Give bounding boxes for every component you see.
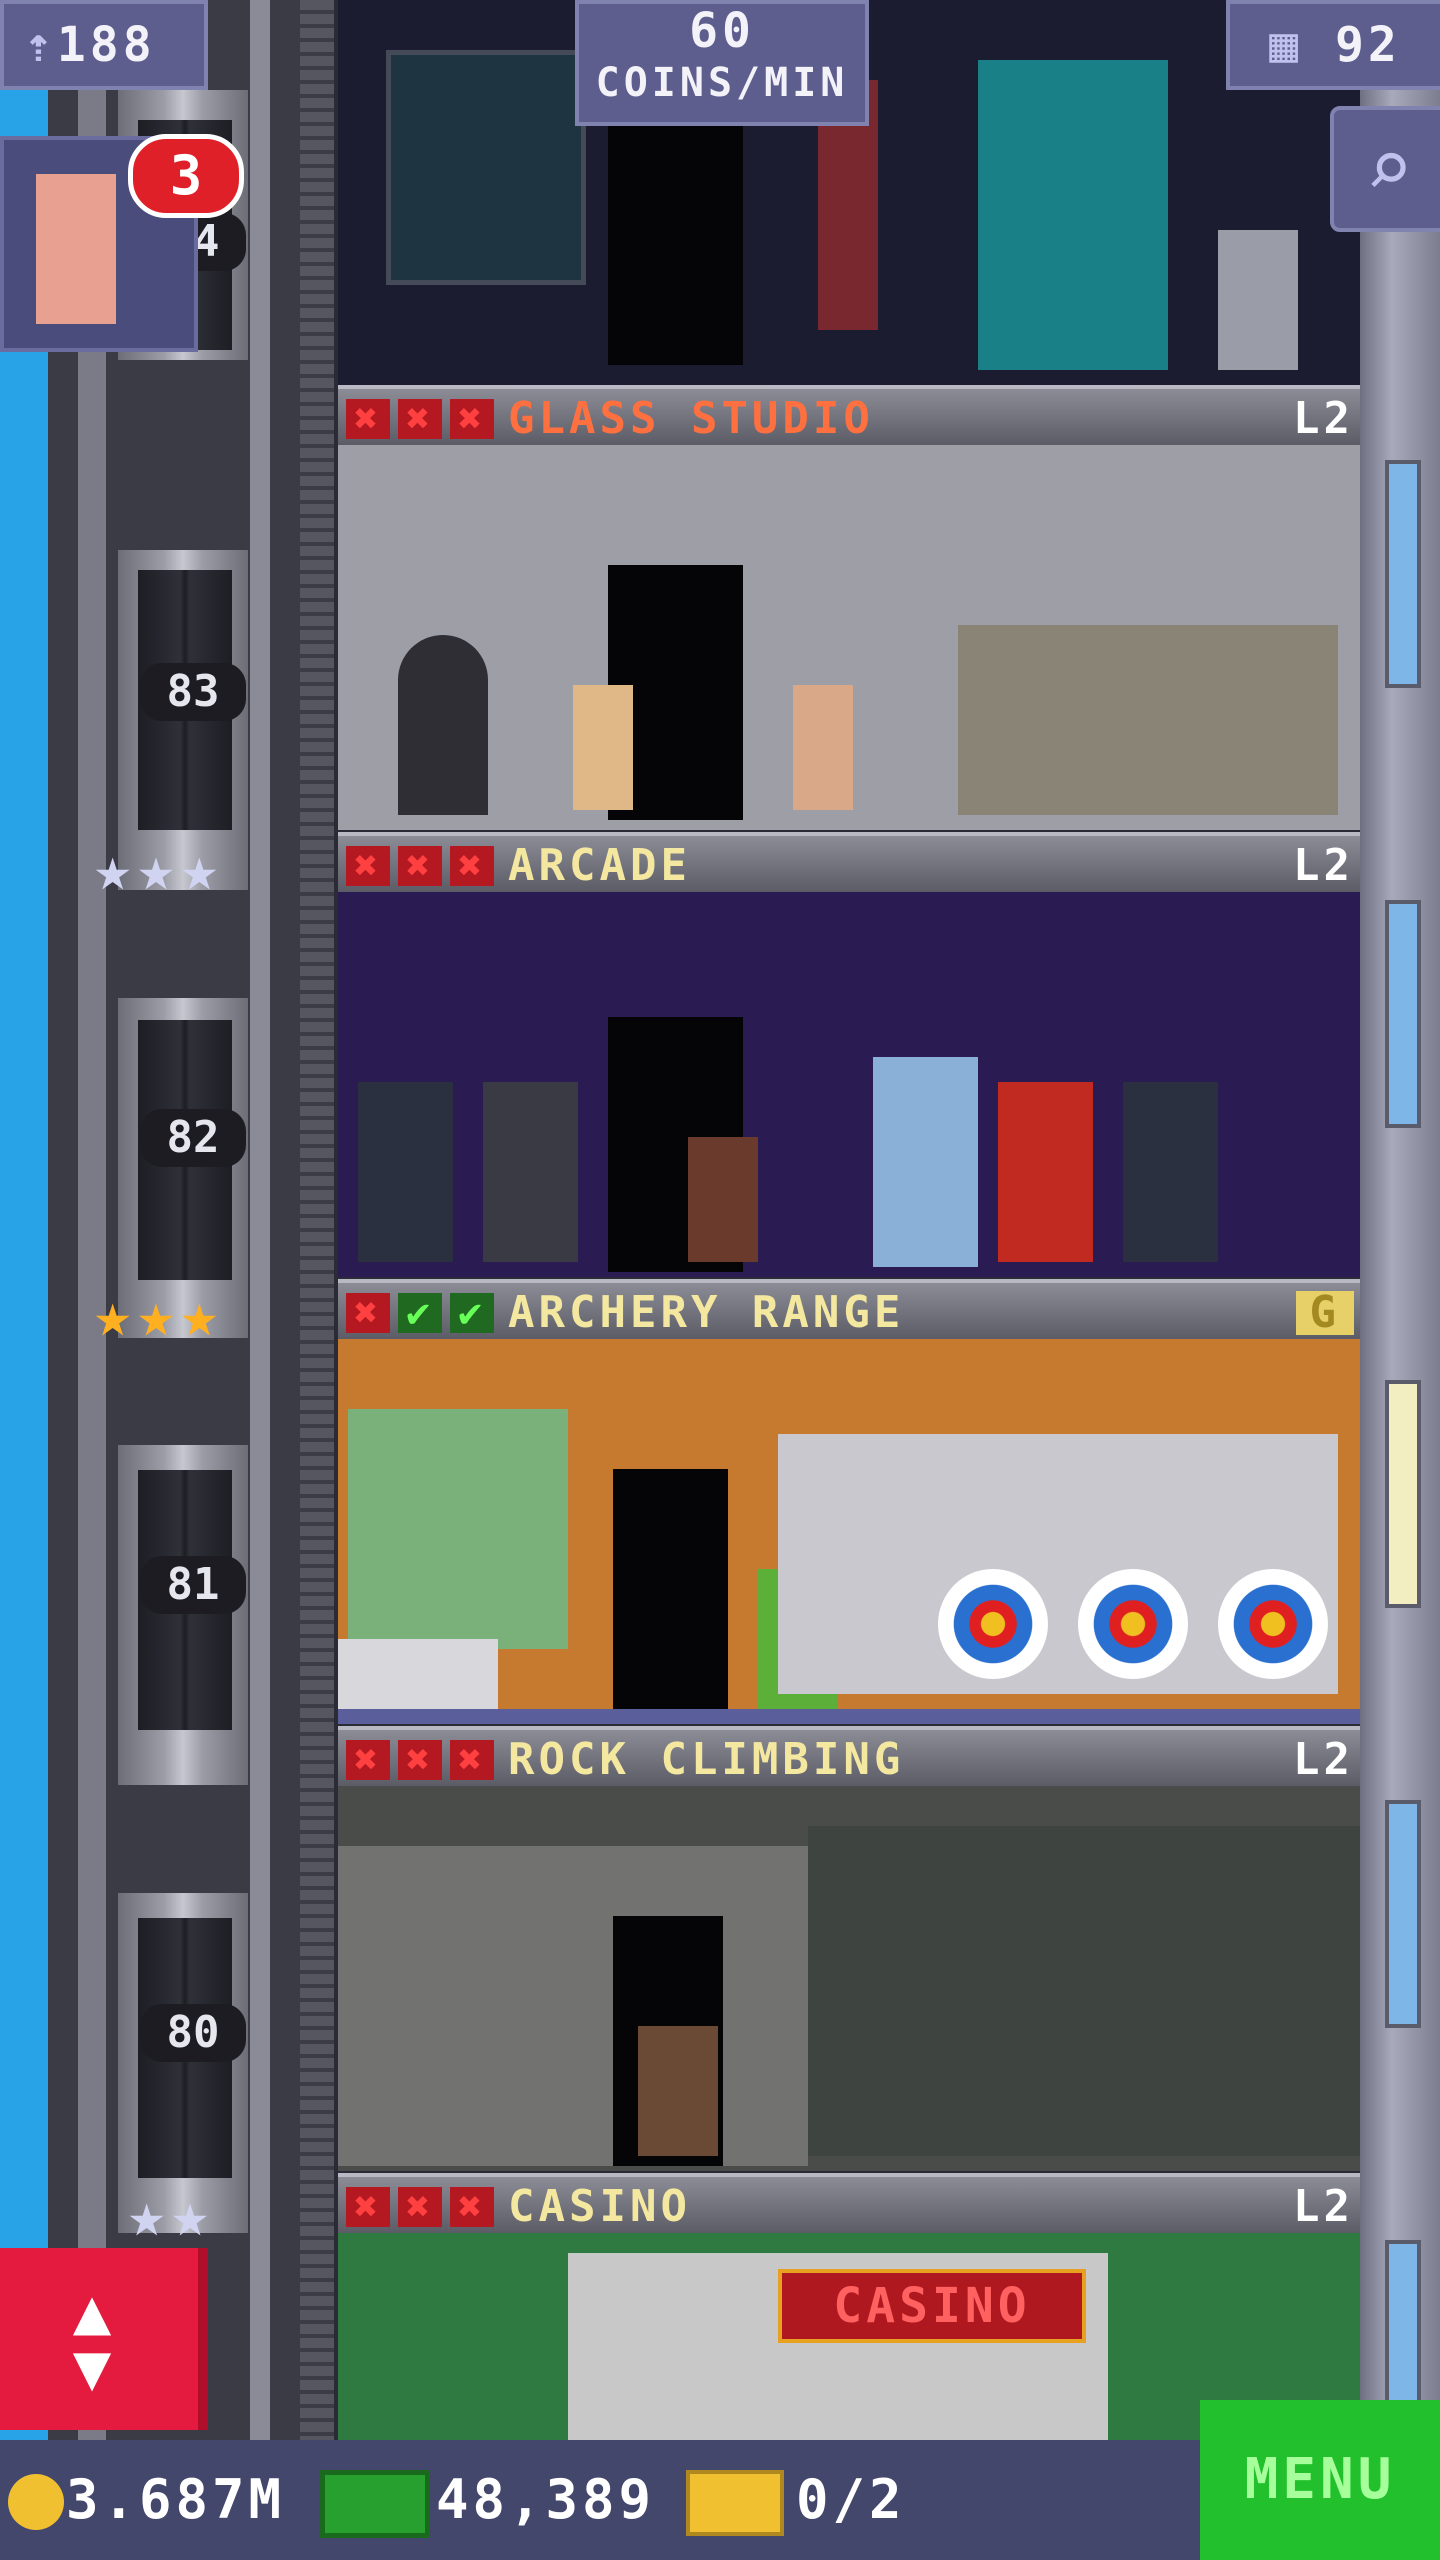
population-value: 188	[56, 17, 156, 73]
elevator-floor-number: 83	[140, 663, 246, 721]
room-arcade[interactable]	[338, 892, 1360, 1277]
coins-rate-panel: 60 COINS/MIN	[575, 0, 869, 126]
citizen	[573, 685, 633, 810]
rating-stars-silver: ★★★	[94, 832, 224, 905]
population-counter[interactable]: ⇡188	[0, 0, 208, 90]
worker-slots: ✖ ✖ ✖	[346, 399, 502, 439]
floors-value: 92	[1335, 17, 1401, 73]
floor-label-rock-climbing[interactable]: ✖ ✖ ✖ ROCK CLIMBING L2	[338, 1726, 1360, 1786]
hologram-display	[978, 60, 1168, 370]
floor-label-arcade[interactable]: ✖ ✖ ✖ ARCADE L2	[338, 832, 1360, 892]
archery-target	[938, 1569, 1048, 1679]
avatar	[36, 174, 116, 324]
floor-strip	[338, 1709, 1360, 1724]
claw-machine	[873, 1057, 978, 1267]
poster	[386, 50, 586, 285]
gym-wall	[338, 1846, 808, 2166]
floor-level: L2	[1293, 2181, 1354, 2232]
floors-counter[interactable]: ▦ 92	[1226, 0, 1440, 90]
room-archery-range[interactable]	[338, 1339, 1360, 1724]
visitor-notification[interactable]: 3	[0, 134, 244, 352]
glass-furnace	[398, 635, 488, 815]
archery-target	[1218, 1569, 1328, 1679]
window	[1385, 460, 1421, 688]
climbing-wall	[808, 1826, 1360, 2156]
citizen	[688, 1137, 758, 1262]
search-icon: ⌕	[1364, 122, 1414, 215]
floor-name: ARCADE	[508, 840, 691, 891]
worker-slots: ✖ ✔ ✔	[346, 1293, 502, 1333]
sky-background	[0, 0, 48, 2440]
coins-rate-unit: COINS/MIN	[595, 60, 849, 106]
shaft-ladder	[300, 0, 334, 2440]
arcade-cabinet	[1123, 1082, 1218, 1262]
floor-level: L2	[1293, 840, 1354, 891]
coins-rate-value: 60	[689, 3, 755, 59]
doorway	[613, 1469, 728, 1709]
elevator-floor-number: 81	[140, 1556, 246, 1614]
floor-name: CASINO	[508, 2181, 691, 2232]
coins-value: 3.687M	[66, 2468, 286, 2531]
worker-slots: ✖ ✖ ✖	[346, 2187, 502, 2227]
window	[1385, 1380, 1421, 1608]
population-icon: ⇡	[24, 17, 57, 73]
elevator-floor-number: 80	[140, 2004, 246, 2062]
floor-level: L2	[1293, 1734, 1354, 1785]
ticket-icon	[686, 2470, 784, 2536]
floors-icon: ▦	[1269, 17, 1303, 73]
elevator-button[interactable]: ▲ ▼	[0, 2248, 208, 2430]
rating-stars-gold: ★★★	[94, 1278, 224, 1351]
floor-level: L2	[1293, 393, 1354, 444]
computer-terminal	[1218, 230, 1298, 370]
elevator-arrows-icon: ▲ ▼	[72, 2275, 112, 2405]
bux-icon	[320, 2470, 430, 2538]
menu-button[interactable]: MENU	[1200, 2400, 1440, 2560]
floor-label-casino[interactable]: ✖ ✖ ✖ CASINO L2	[338, 2173, 1360, 2233]
floor-label-glass-studio[interactable]: ✖ ✖ ✖ GLASS STUDIO L2	[338, 385, 1360, 445]
arcade-cabinet	[358, 1082, 453, 1262]
room-rock-climbing[interactable]	[338, 1786, 1360, 2171]
casino-sign: CASINO	[778, 2269, 1086, 2343]
rating-stars-silver: ★★	[128, 2178, 215, 2251]
counter	[338, 1639, 498, 1709]
citizen	[638, 2026, 718, 2156]
doorway	[608, 110, 743, 365]
citizen	[793, 685, 853, 810]
arcade-cabinet	[483, 1082, 578, 1262]
weapon-wall	[348, 1409, 568, 1649]
floor-label-archery-range[interactable]: ✖ ✔ ✔ ARCHERY RANGE G	[338, 1279, 1360, 1339]
coin-icon	[8, 2474, 64, 2530]
arcade-cabinet	[998, 1082, 1093, 1262]
shaft-rail-right	[250, 0, 270, 2440]
worker-slots: ✖ ✖ ✖	[346, 1740, 502, 1780]
tickets-value: 0/2	[796, 2468, 906, 2531]
elevator-floor-number: 82	[140, 1109, 246, 1167]
window	[1385, 1800, 1421, 2028]
archery-target	[1078, 1569, 1188, 1679]
search-button[interactable]: ⌕	[1330, 106, 1440, 232]
notification-badge: 3	[128, 134, 244, 218]
shaft-rail-left	[78, 0, 106, 2440]
floor-level: G	[1295, 1291, 1354, 1335]
floor-name: GLASS STUDIO	[508, 393, 874, 444]
room-glass-studio[interactable]	[338, 445, 1360, 830]
floor-name: ARCHERY RANGE	[508, 1287, 905, 1338]
bux-value: 48,389	[436, 2468, 656, 2531]
worker-slots: ✖ ✖ ✖	[346, 846, 502, 886]
window	[1385, 900, 1421, 1128]
glass-shelves	[958, 625, 1338, 815]
building-right-wall	[1360, 0, 1440, 2440]
floor-name: ROCK CLIMBING	[508, 1734, 905, 1785]
